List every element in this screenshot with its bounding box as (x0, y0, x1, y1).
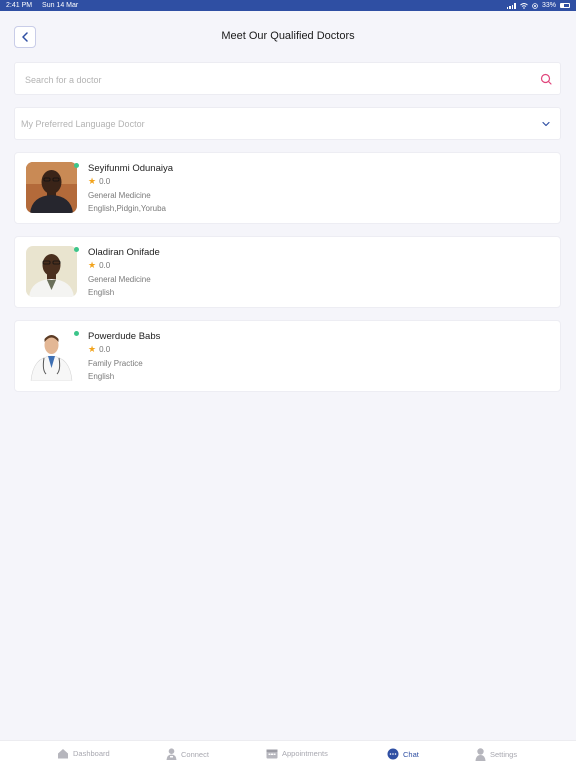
doctor-rating: ★ 0.0 (88, 344, 111, 355)
chevron-down-icon (542, 121, 550, 127)
tab-label: Dashboard (73, 749, 110, 758)
online-status-dot (74, 247, 79, 252)
star-icon: ★ (88, 176, 97, 186)
doctor-card[interactable]: Powerdude Babs ★ 0.0 Family Practice Eng… (14, 320, 561, 392)
tab-label: Chat (403, 749, 419, 759)
search-box (14, 62, 561, 96)
doctor-avatar (26, 162, 77, 213)
doctor-rating: ★ 0.0 (88, 260, 111, 271)
home-icon (58, 749, 68, 759)
tab-dashboard[interactable]: Dashboard (57, 748, 110, 759)
doctor-avatar-wrapper (26, 162, 79, 213)
star-icon: ★ (88, 260, 97, 270)
doctor-specialty: General Medicine (88, 275, 151, 284)
status-date: Sun 14 Mar (42, 2, 79, 9)
user-icon (475, 748, 486, 761)
bottom-tab-bar: Dashboard Connect Appointments Chat Sett… (0, 740, 576, 768)
page-title: Meet Our Qualified Doctors (221, 30, 355, 42)
doctor-avatar (26, 246, 77, 297)
header: Meet Our Qualified Doctors (0, 26, 576, 48)
online-status-dot (74, 331, 79, 336)
tab-label: Appointments (282, 749, 328, 758)
battery-icon (560, 3, 570, 8)
doctor-languages: English (88, 372, 115, 381)
battery-percent: 33% (541, 2, 556, 9)
doctor-card[interactable]: Seyifunmi Odunaiya ★ 0.0 General Medicin… (14, 152, 561, 224)
doctor-avatar (26, 330, 77, 381)
tab-settings[interactable]: Settings (475, 748, 517, 761)
doctor-specialty: General Medicine (88, 191, 151, 200)
doctor-avatar-wrapper (26, 246, 79, 297)
status-time: 2:41 PM (6, 2, 33, 9)
doctor-icon (166, 748, 177, 760)
wifi-icon (520, 2, 528, 9)
cellular-signal-icon (506, 2, 516, 9)
doctor-specialty: Family Practice (88, 359, 143, 368)
chat-icon (387, 748, 399, 760)
rating-value: 0.0 (99, 261, 111, 270)
doctor-rating: ★ 0.0 (88, 176, 111, 187)
tab-appointments[interactable]: Appointments (266, 748, 328, 759)
doctor-name: Oladiran Onifade (88, 247, 160, 258)
doctor-languages: English,Pidgin,Yoruba (88, 204, 166, 213)
tab-connect[interactable]: Connect (166, 748, 209, 760)
location-icon (532, 2, 538, 9)
status-bar: 2:41 PM Sun 14 Mar 33% (0, 0, 576, 11)
search-input[interactable] (23, 63, 527, 96)
rating-value: 0.0 (99, 345, 111, 354)
star-icon: ★ (88, 344, 97, 354)
tab-label: Connect (181, 749, 209, 759)
search-icon[interactable] (540, 73, 552, 85)
tab-label: Settings (490, 750, 518, 759)
tab-chat[interactable]: Chat (387, 748, 419, 760)
doctor-avatar-wrapper (26, 330, 79, 381)
doctor-card[interactable]: Oladiran Onifade ★ 0.0 General Medicine … (14, 236, 561, 308)
doctor-name: Powerdude Babs (88, 331, 161, 342)
doctor-languages: English (88, 288, 115, 297)
doctor-name: Seyifunmi Odunaiya (88, 163, 174, 174)
rating-value: 0.0 (99, 177, 111, 186)
language-filter-placeholder: My Preferred Language Doctor (21, 119, 145, 129)
calendar-icon (266, 749, 278, 759)
online-status-dot (74, 163, 79, 168)
language-filter-select[interactable]: My Preferred Language Doctor (14, 107, 561, 140)
